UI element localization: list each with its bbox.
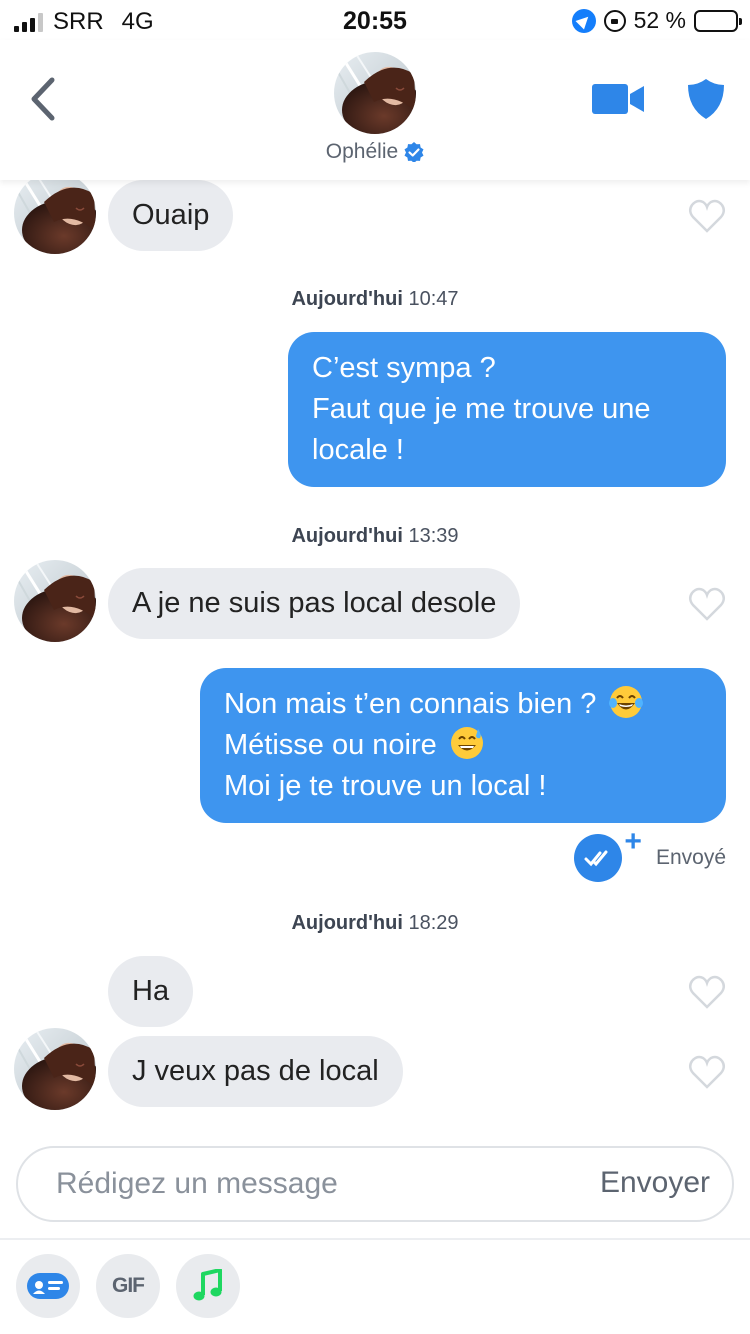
tears-of-joy-emoji — [609, 686, 644, 718]
message-text: Ha — [132, 975, 170, 1007]
send-button[interactable]: Envoyer — [600, 1166, 710, 1200]
message-line: C’est sympa ? — [312, 352, 496, 384]
message-text: Ouaip — [132, 199, 210, 231]
message-list[interactable]: Ouaip Aujourd'hui 10:47 C’est sympa ? Fa… — [0, 180, 750, 1140]
like-heart-icon[interactable] — [688, 586, 726, 622]
message-line: Non mais t’en connais bien ? — [224, 688, 597, 720]
safety-shield-icon — [688, 79, 724, 119]
location-arrow-icon — [571, 8, 596, 33]
contact-name: Ophélie — [325, 140, 399, 163]
message-line-row: Métisse ou noire — [224, 725, 702, 766]
contact-name-row[interactable]: Ophélie — [0, 140, 750, 164]
timestamp-day: Aujourd'hui — [291, 912, 403, 934]
status-bar: SRR 4G 20:55 52 % — [0, 0, 750, 40]
message-line: Faut que je me trouve une — [312, 393, 651, 425]
contact-avatar-small[interactable] — [14, 1028, 96, 1110]
gif-button[interactable]: GIF — [96, 1254, 160, 1318]
sticker-card-icon — [27, 1273, 69, 1299]
incoming-message[interactable]: A je ne suis pas local desole — [108, 568, 521, 639]
like-heart-icon[interactable] — [688, 1054, 726, 1090]
video-call-button[interactable] — [592, 82, 646, 116]
timestamp-divider: Aujourd'hui 18:29 — [0, 912, 750, 935]
gif-icon: GIF — [112, 1274, 145, 1297]
contact-avatar[interactable] — [334, 52, 416, 134]
video-call-icon — [592, 84, 644, 114]
avatar-photo — [334, 52, 416, 134]
outgoing-message[interactable]: C’est sympa ? Faut que je me trouve une … — [288, 332, 726, 487]
orientation-lock-icon — [603, 9, 626, 32]
sticker-card-button[interactable] — [16, 1254, 80, 1318]
timestamp-time: 13:39 — [408, 525, 459, 547]
message-line: locale ! — [312, 434, 404, 466]
composer-toolbar: GIF — [16, 1254, 240, 1318]
status-right: 52 % — [571, 7, 742, 34]
message-line: Métisse ou noire — [224, 729, 437, 761]
grinning-sweat-emoji — [450, 727, 483, 759]
timestamp-day: Aujourd'hui — [291, 525, 403, 547]
message-input[interactable] — [56, 1162, 556, 1206]
timestamp-day: Aujourd'hui — [291, 288, 403, 310]
message-composer: Envoyer — [16, 1146, 734, 1222]
incoming-message[interactable]: J veux pas de local — [108, 1036, 403, 1107]
music-note-icon — [193, 1269, 222, 1301]
battery-icon — [694, 9, 742, 32]
like-heart-icon[interactable] — [688, 198, 726, 234]
timestamp-divider: Aujourd'hui 13:39 — [0, 525, 750, 548]
incoming-message[interactable]: Ouaip — [108, 180, 234, 251]
message-line-row: Non mais t’en connais bien ? — [224, 684, 702, 725]
message-text: A je ne suis pas local desole — [132, 587, 497, 619]
message-text: J veux pas de local — [132, 1055, 379, 1087]
timestamp-time: 10:47 — [408, 288, 459, 310]
safety-button[interactable] — [686, 78, 726, 120]
back-button[interactable] — [24, 74, 64, 124]
verified-badge-icon — [404, 142, 424, 162]
message-line: Moi je te trouve un local ! — [224, 770, 547, 802]
outgoing-message[interactable]: Non mais t’en connais bien ? Métisse ou … — [200, 668, 726, 823]
read-receipt-icon — [574, 834, 623, 882]
battery-percent: 52 % — [633, 7, 686, 33]
like-heart-icon[interactable] — [688, 974, 726, 1010]
read-receipt[interactable]: + Envoyé — [574, 825, 726, 882]
chat-header: Ophélie — [0, 40, 750, 180]
timestamp-time: 18:29 — [408, 912, 459, 934]
contact-avatar-small[interactable] — [14, 560, 96, 642]
back-chevron-icon — [31, 77, 55, 121]
plus-icon: + — [624, 825, 642, 858]
toolbar-divider — [0, 1238, 750, 1240]
timestamp-divider: Aujourd'hui 10:47 — [0, 288, 750, 311]
contact-avatar-small[interactable] — [14, 180, 96, 254]
sent-status: Envoyé — [655, 846, 726, 869]
incoming-message[interactable]: Ha — [108, 956, 194, 1027]
music-button[interactable] — [176, 1254, 240, 1318]
